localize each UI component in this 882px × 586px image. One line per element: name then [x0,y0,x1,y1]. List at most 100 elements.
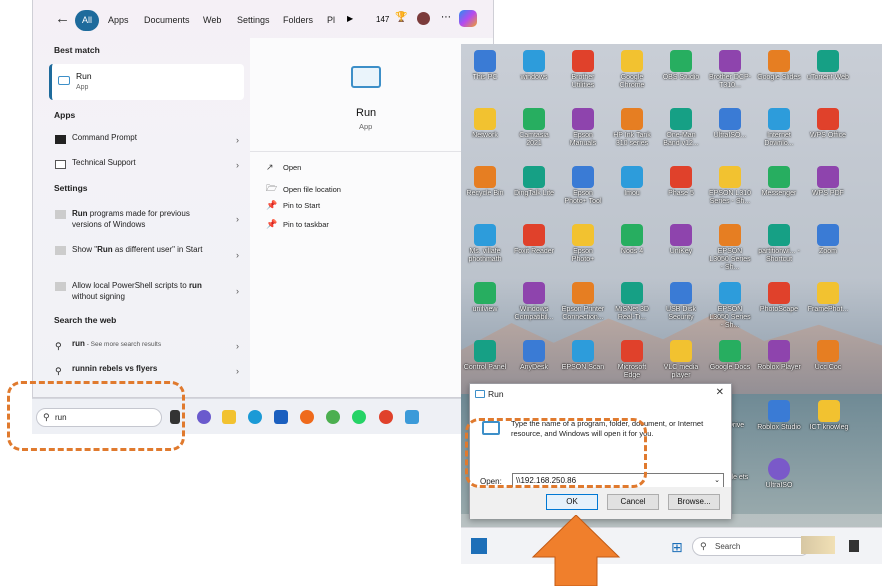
desktop-icon[interactable]: This PC [463,50,507,82]
desktop-icon[interactable]: Phase 5 [659,166,703,198]
app-icon [621,50,643,72]
copilot-icon[interactable] [459,10,477,27]
play-more-icon[interactable]: ▶ [347,14,353,23]
desktop-icon[interactable]: UltraISO... [708,108,752,140]
desktop-icon[interactable]: UniKey [659,224,703,256]
desktop-icon[interactable]: Nods 4 [610,224,654,256]
filter-folders[interactable]: Folders [276,10,320,31]
filter-all[interactable]: All [75,10,100,31]
desktop-icon[interactable]: Windows Compatibil... [512,282,556,322]
desktop-icon[interactable]: Brother DCP-T310... [708,50,752,90]
desktop-icon[interactable]: EPSON L310 Series - Sh... [708,166,752,206]
desktop-icon[interactable]: uTorrent Web [806,50,850,82]
desktop-icon[interactable]: Imou [610,166,654,198]
desktop-icon[interactable]: FramePhot... [806,282,850,314]
desktop-icon[interactable]: EPSON Scan [561,340,605,372]
task-view-icon[interactable] [849,540,859,552]
web-result-run[interactable]: ⚲ run - See more search results › [49,339,245,351]
coccoc-icon[interactable] [326,410,340,424]
icon-label: windows [520,74,548,81]
desktop-icon[interactable]: HP Ink Tank 310 series [610,108,654,148]
desktop-icon[interactable]: Ms. villafe phothmath [463,224,507,264]
desktop-icon[interactable]: Zoom [806,224,850,256]
desktop-icon[interactable]: DingTalk Lite [512,166,556,198]
desktop-icon[interactable]: EPSON L3050 Series - Sh... [708,282,752,330]
desktop-icon[interactable]: Control Panel [463,340,507,372]
desktop-icon[interactable]: Camtasia 2021 [512,108,556,148]
desktop-icon[interactable]: ICT knowleg [807,400,851,432]
action-pin-start[interactable]: 📌 Pin to Start [266,200,320,211]
filter-documents[interactable]: Documents [137,10,197,31]
desktop-icon[interactable]: Foxit Reader [512,224,556,256]
desktop-icon[interactable]: Brother Utilities [561,50,605,90]
desktop-icon[interactable]: unilview [463,282,507,314]
desktop-icon[interactable]: Ucc Coc [806,340,850,372]
desktop-icon[interactable]: Epson Printer Connection... [561,282,605,322]
filter-settings[interactable]: Settings [230,10,277,31]
chevron-down-icon[interactable]: ⌄ [714,474,720,487]
desktop-icon[interactable]: WPS PDF [806,166,850,198]
desktop-icon[interactable]: UltraISO [757,458,801,490]
desktop-icon[interactable]: Recycle Bin [463,166,507,198]
filter-apps[interactable]: Apps [101,10,136,31]
desktop-icon[interactable]: Epson Manuals [561,108,605,148]
setting-run-as-user[interactable]: Show "Run as different user" in Start › [49,244,245,260]
desktop-icon[interactable]: Google Chrome [610,50,654,90]
desktop-icon[interactable]: Internet Downlo... [757,108,801,148]
action-pin-taskbar[interactable]: 📌 Pin to taskbar [266,219,329,230]
desktop-icon[interactable]: partitionwi... - Shortcut [757,224,801,264]
whatsapp-icon[interactable] [352,410,366,424]
desktop-icon[interactable]: Messenger [757,166,801,198]
wps-icon[interactable] [379,410,393,424]
best-match-run[interactable]: Run App [49,64,244,100]
desktop-icon[interactable]: AnyDesk [512,340,556,372]
back-arrow-icon[interactable]: ← [55,10,70,27]
store-icon[interactable] [274,410,288,424]
file-explorer-icon[interactable] [222,410,236,424]
setting-compat[interactable]: Run programs made for previous versions … [49,208,245,230]
chat-icon[interactable] [197,410,211,424]
desktop-icon[interactable]: USB Disk Security [659,282,703,322]
desktop-icon[interactable]: Roblox Player [757,340,801,372]
setting-powershell[interactable]: Allow local PowerShell scripts to run wi… [49,280,245,302]
app-technical-support[interactable]: Technical Support › [49,158,245,170]
edge-icon[interactable] [248,410,262,424]
browse-button[interactable]: Browse... [668,494,720,510]
desktop-icon[interactable]: Microsoft Edge [610,340,654,380]
avatar[interactable] [417,12,430,25]
desktop-icon[interactable]: OBS Studio [659,50,703,82]
close-icon[interactable]: ✕ [716,387,724,398]
filter-web[interactable]: Web [196,10,228,31]
firefox-icon[interactable] [300,410,314,424]
filter-photos[interactable]: Pl [320,10,342,31]
desktop-icon[interactable]: Roblox Studio [757,400,801,432]
desktop-icon[interactable]: Google Docs [708,340,752,372]
app-icon [768,458,790,480]
desktop-icon[interactable]: EPSON L3050 Series - Sh... [708,224,752,272]
action-open-file-location[interactable]: 🗁 Open file location [266,181,341,197]
windows-start-icon[interactable]: ⊞ [671,539,683,556]
remote-desktop-icon[interactable] [405,410,419,424]
action-open[interactable]: ↗ Open [266,162,301,173]
search-placeholder: Search [715,542,741,551]
desktop-icon[interactable]: Network [463,108,507,140]
more-options-icon[interactable]: ⋯ [441,12,451,23]
taskbar-search-box[interactable]: ⚲ Search [692,537,810,556]
desktop-icon[interactable]: windows [512,50,556,82]
desktop-icon[interactable]: PhotoScape [757,282,801,314]
desktop-icon[interactable]: Google Slides [757,50,801,82]
desktop-icon[interactable]: WPS Office [806,108,850,140]
cancel-button[interactable]: Cancel [607,494,659,510]
ok-button[interactable]: OK [546,494,598,510]
app-label: Technical Support [72,158,136,167]
desktop-icon[interactable]: One-Man Band v12... [659,108,703,148]
search-highlight-image[interactable] [801,536,835,554]
desktop-icon[interactable]: MiSNet 3D Real-Ti... [610,282,654,322]
desktop-icon[interactable]: Epson Photo+ [561,224,605,264]
trophy-icon[interactable]: 🏆 [395,12,407,23]
desktop-icon[interactable]: Epson Photo+ Tool [561,166,605,206]
app-command-prompt[interactable]: Command Prompt › [49,133,245,145]
widgets-icon[interactable] [471,538,487,554]
web-result-runnin[interactable]: ⚲ runnin rebels vs flyers › [49,364,245,376]
desktop-icon[interactable]: VLC media player [659,340,703,380]
